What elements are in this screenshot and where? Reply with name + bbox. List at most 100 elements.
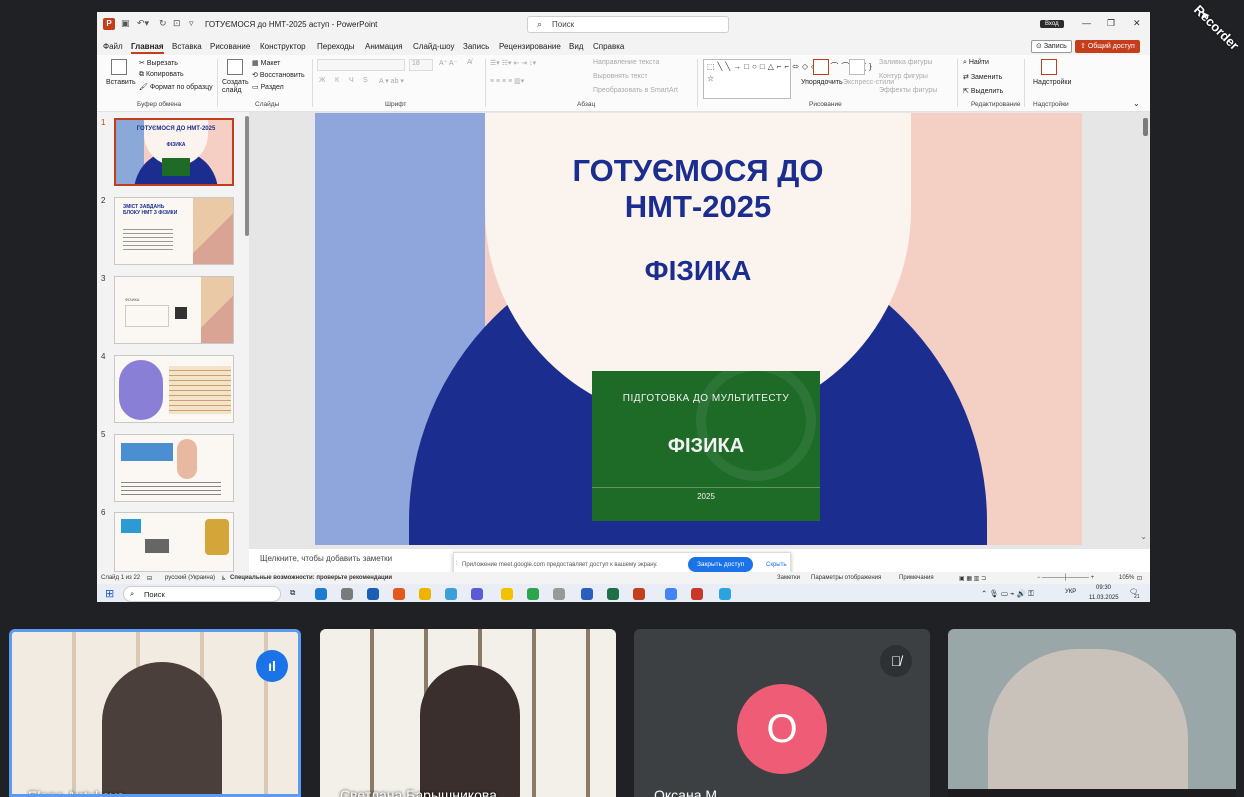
search-input[interactable]: ⌕ Поиск <box>527 16 729 33</box>
addins-button[interactable]: Надстройки <box>1033 79 1071 86</box>
close-icon[interactable]: ✕ <box>1133 18 1141 29</box>
tab-file[interactable]: Файл <box>103 42 123 51</box>
word-icon[interactable] <box>581 588 593 600</box>
shape-outline-button[interactable]: Контур фигуры <box>879 73 928 80</box>
minimize-icon[interactable]: — <box>1082 18 1091 28</box>
app-icon[interactable] <box>471 588 483 600</box>
notes-toggle[interactable]: Заметки <box>777 575 800 581</box>
copy-button[interactable]: ⧉ Копировать <box>139 71 184 79</box>
tab-record[interactable]: Запись <box>463 42 489 51</box>
windows-start-icon[interactable]: ⊞ <box>105 587 114 600</box>
zoom-slider[interactable]: − ─────┼───── + <box>1037 575 1094 581</box>
stop-sharing-button[interactable]: Закрыть доступ <box>688 557 754 572</box>
powerpoint-icon[interactable] <box>633 588 645 600</box>
edge-icon[interactable] <box>315 588 327 600</box>
section-button[interactable]: ▭ Раздел <box>252 83 284 91</box>
collapse-ribbon-icon[interactable]: ⌄ <box>1133 99 1140 108</box>
keyboard-language[interactable]: УКР <box>1065 589 1076 595</box>
tab-help[interactable]: Справка <box>593 42 624 51</box>
save-icon[interactable]: ▣ <box>121 18 130 29</box>
bold-button[interactable]: Ж <box>319 77 325 84</box>
paste-icon[interactable] <box>111 59 127 75</box>
slide-thumbnail[interactable] <box>114 355 234 423</box>
tab-view[interactable]: Вид <box>569 42 583 51</box>
tab-draw[interactable]: Рисование <box>210 42 250 51</box>
arrange-button[interactable]: Упорядочить <box>801 79 843 86</box>
mail-icon[interactable] <box>367 588 379 600</box>
chrome-icon[interactable] <box>665 588 677 600</box>
share-button[interactable]: ⇧ Общий доступ <box>1075 40 1140 53</box>
new-slide-icon[interactable] <box>227 59 243 75</box>
restore-icon[interactable]: ❐ <box>1107 18 1115 29</box>
tab-slideshow[interactable]: Слайд-шоу <box>413 42 454 51</box>
addins-icon[interactable] <box>1041 59 1057 75</box>
zoom-level[interactable]: 105% <box>1119 575 1134 581</box>
undo-icon[interactable]: ↶▾ <box>137 18 149 29</box>
app-icon[interactable] <box>501 588 513 600</box>
clear-format-icon[interactable]: A̸ <box>467 59 472 66</box>
sign-in-button[interactable]: Вход <box>1040 20 1064 28</box>
new-slide-button[interactable]: Создать слайд <box>222 79 250 95</box>
italic-button[interactable]: К <box>335 77 339 84</box>
book-cover-image[interactable]: ПІДГОТОВКА ДО МУЛЬТИТЕСТУ ФІЗИКА 2025 <box>592 371 820 521</box>
tab-home[interactable]: Главная <box>131 42 164 54</box>
strikethrough-button[interactable]: S <box>363 77 368 84</box>
slide-thumbnail[interactable]: ГОТУЄМОСЯ ДО НМТ-2025 ФІЗИКА <box>114 118 234 186</box>
underline-button[interactable]: Ч <box>349 77 354 84</box>
spellcheck-icon[interactable]: ⊟ <box>147 575 152 582</box>
tab-design[interactable]: Конструктор <box>260 42 306 51</box>
paste-button[interactable]: Вставить <box>106 79 136 86</box>
hide-toast-link[interactable]: Скрыть <box>766 562 786 568</box>
drag-handle-icon[interactable]: ⁞ <box>456 561 458 567</box>
font-name-field[interactable] <box>317 59 405 71</box>
slide-subject[interactable]: ФІЗИКА <box>485 255 911 287</box>
photos-icon[interactable] <box>445 588 457 600</box>
participant-tile[interactable]: ıl Elena Antykova <box>9 629 301 797</box>
slide-thumbnail[interactable]: ЗМІСТ ЗАВДАНЬ БЛОКУ НМТ З ФІЗИКИ <box>114 197 234 265</box>
font-size-field[interactable]: 18 <box>409 59 433 71</box>
task-view-icon[interactable]: ⧉ <box>290 588 295 598</box>
align-icons[interactable]: ≡ ≡ ≡ ≡ ▥▾ <box>490 77 524 85</box>
taskbar-search[interactable]: ⌕ Поиск <box>123 586 281 602</box>
comments-button[interactable]: Примечания <box>899 575 934 581</box>
telegram-icon[interactable] <box>719 588 731 600</box>
tab-transitions[interactable]: Переходы <box>317 42 355 51</box>
fit-slide-icon[interactable]: ⊡ <box>1137 575 1142 582</box>
current-slide[interactable]: ГОТУЄМОСЯ ДО НМТ-2025 ФІЗИКА ПІДГОТОВКА … <box>315 113 1082 545</box>
replace-button[interactable]: ⇄ Заменить <box>963 73 1002 81</box>
select-button[interactable]: ⇱ Выделить <box>963 87 1003 95</box>
find-button[interactable]: ⌕ Найти <box>963 59 989 67</box>
font-color-icon[interactable]: A ▾ ab ▾ <box>379 77 404 85</box>
font-size-increase-icon[interactable]: A⁺ A⁻ <box>439 59 457 67</box>
clock-date[interactable]: 11.03.2025 <box>1089 595 1119 601</box>
arrange-icon[interactable] <box>813 59 829 75</box>
participant-tile[interactable] <box>948 629 1236 797</box>
cut-button[interactable]: ✂ Вырезать <box>139 59 178 67</box>
redo-icon[interactable]: ↻ <box>159 18 167 29</box>
bullets-icon[interactable]: ☰▾ ☷▾ ⇤ ⇥ ↕▾ <box>490 59 536 67</box>
customize-qat-icon[interactable]: ▿ <box>189 18 194 29</box>
reset-button[interactable]: ⟲ Восстановить <box>252 71 305 79</box>
smartart-button[interactable]: Преобразовать в SmartArt <box>593 87 678 94</box>
app-icon[interactable] <box>553 588 565 600</box>
format-painter-button[interactable]: 🖌 Формат по образцу <box>139 83 213 91</box>
shape-fill-button[interactable]: Заливка фигуры <box>879 59 932 66</box>
excel-icon[interactable] <box>607 588 619 600</box>
shape-effects-button[interactable]: Эффекты фигуры <box>879 87 937 94</box>
slide-thumbnail[interactable] <box>114 512 234 572</box>
accessibility-status[interactable]: Специальные возможности: проверьте реком… <box>230 575 392 581</box>
chrome-icon[interactable] <box>527 588 539 600</box>
accessibility-icon[interactable]: ♿ <box>221 575 226 582</box>
quick-styles-icon[interactable] <box>849 59 865 75</box>
tray-icons[interactable]: ⌃ 🎙 ▭ ⌁ 🔊 ⚿ <box>981 589 1034 599</box>
tab-animations[interactable]: Анимация <box>365 42 403 51</box>
next-slide-icon[interactable]: ⌄ <box>1140 532 1147 541</box>
calendar-icon[interactable] <box>341 588 353 600</box>
present-icon[interactable]: ⊡ <box>173 18 181 29</box>
slide-thumbnail[interactable]: ФІЗИКА <box>114 276 234 344</box>
slide-thumbnail[interactable] <box>114 434 234 502</box>
app-icon[interactable] <box>691 588 703 600</box>
firefox-icon[interactable] <box>393 588 405 600</box>
participant-tile[interactable]: Светлана Барышникова <box>320 629 616 797</box>
slide-title[interactable]: ГОТУЄМОСЯ ДО НМТ-2025 <box>485 153 911 225</box>
